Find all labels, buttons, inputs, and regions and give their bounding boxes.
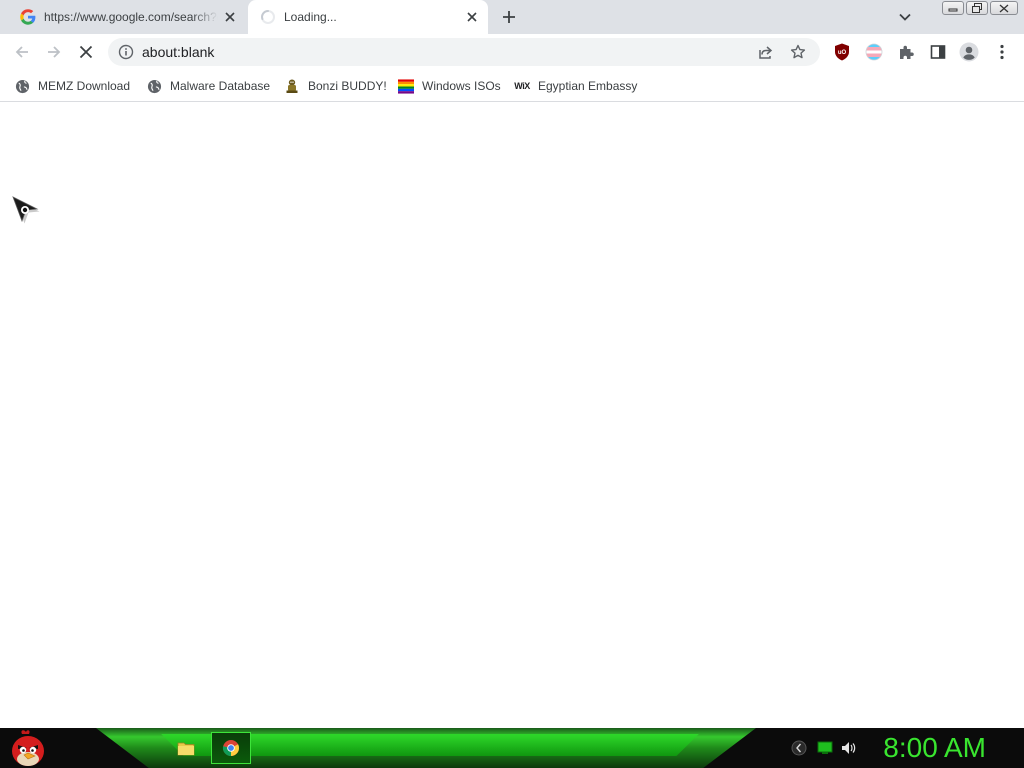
tray-network-icon[interactable] — [791, 740, 807, 756]
back-button[interactable] — [10, 40, 34, 64]
wix-icon: WiX — [514, 81, 530, 91]
bookmark-label: Bonzi BUDDY! — [308, 79, 387, 93]
back-arrow-icon — [15, 46, 28, 58]
plus-icon — [503, 11, 515, 23]
minimize-window-button[interactable] — [942, 1, 964, 15]
kebab-menu-icon — [1000, 44, 1004, 60]
bookmark-star-button[interactable] — [788, 42, 808, 62]
tab-loading[interactable]: Loading... — [248, 0, 488, 34]
chrome-icon — [222, 740, 240, 757]
forward-arrow-icon — [48, 46, 61, 58]
bookmark-egyptian-embassy[interactable]: WiX Egyptian Embassy — [514, 75, 637, 97]
stop-loading-button[interactable] — [74, 40, 98, 64]
mouse-cursor-icon — [12, 196, 40, 224]
url-text: about:blank — [142, 44, 215, 60]
ublock-origin-extension[interactable]: uO — [830, 40, 854, 64]
extensions-button[interactable] — [894, 40, 918, 64]
angry-bird-start-icon — [12, 730, 44, 766]
tab-title: https://www.google.com/search?q= — [44, 10, 218, 24]
star-icon — [790, 44, 806, 59]
tray-volume-icon[interactable] — [841, 740, 857, 756]
puzzle-icon — [900, 45, 914, 59]
loading-spinner-icon — [260, 9, 276, 25]
taskbar-clock[interactable]: 8:00 AM — [883, 730, 986, 766]
window-controls — [942, 1, 1018, 15]
tray-display-icon[interactable] — [817, 740, 833, 756]
tab-search-button[interactable] — [895, 8, 915, 26]
desktop-screen: https://www.google.com/search?q= Loading… — [0, 0, 1024, 768]
minimize-icon — [948, 8, 958, 12]
share-icon — [759, 46, 773, 59]
bookmark-label: MEMZ Download — [38, 79, 131, 93]
blank-page-content[interactable] — [0, 102, 1024, 728]
avatar-icon — [959, 42, 979, 62]
bookmark-label: Windows ISOs — [422, 79, 501, 93]
trans-flag-icon — [865, 43, 883, 61]
bookmark-malware-database[interactable]: Malware Database — [146, 75, 270, 97]
globe-icon — [146, 78, 162, 94]
close-icon — [999, 4, 1009, 12]
google-icon — [20, 9, 36, 25]
close-window-button[interactable] — [990, 1, 1018, 15]
profile-button[interactable] — [957, 40, 981, 64]
bookmark-label: Egyptian Embassy — [538, 79, 638, 93]
side-panel-button[interactable] — [926, 40, 950, 64]
side-panel-icon — [930, 45, 946, 59]
stop-x-icon — [79, 45, 93, 59]
close-tab-icon[interactable] — [222, 9, 238, 25]
taskbar: 8:00 AM — [0, 728, 1024, 768]
ublock-shield-icon: uO — [835, 43, 849, 61]
address-bar[interactable]: about:blank — [108, 38, 820, 66]
site-info-icon[interactable] — [118, 44, 134, 60]
bookmark-windows-isos[interactable]: Windows ISOs — [398, 75, 501, 97]
new-tab-button[interactable] — [498, 6, 520, 28]
restore-icon — [972, 3, 982, 13]
folder-icon — [177, 742, 195, 756]
start-button[interactable] — [6, 728, 50, 768]
menu-button[interactable] — [990, 40, 1014, 64]
trans-flag-extension[interactable] — [862, 40, 886, 64]
bonzi-icon — [284, 78, 300, 94]
close-tab-icon[interactable] — [464, 9, 480, 25]
share-button[interactable] — [756, 42, 776, 62]
restore-window-button[interactable] — [966, 1, 988, 15]
tab-title: Loading... — [284, 10, 337, 24]
tab-google-search[interactable]: https://www.google.com/search?q= — [8, 0, 246, 34]
bookmark-memz-download[interactable]: MEMZ Download — [14, 75, 130, 97]
rainbow-flag-icon — [398, 78, 414, 94]
globe-icon — [14, 78, 30, 94]
bookmark-bonzi-buddy[interactable]: Bonzi BUDDY! — [284, 75, 387, 97]
chevron-down-icon — [899, 13, 911, 21]
bookmarks-bar: MEMZ Download Malware Database Bonzi BUD… — [0, 70, 1024, 102]
browser-toolbar: about:blank uO — [0, 34, 1024, 70]
forward-button[interactable] — [42, 40, 66, 64]
ublock-text: uO — [838, 50, 847, 56]
taskbar-chrome[interactable] — [211, 732, 251, 764]
taskbar-file-explorer[interactable] — [166, 732, 206, 764]
bookmark-label: Malware Database — [170, 79, 271, 93]
tab-strip: https://www.google.com/search?q= Loading… — [0, 0, 1024, 34]
